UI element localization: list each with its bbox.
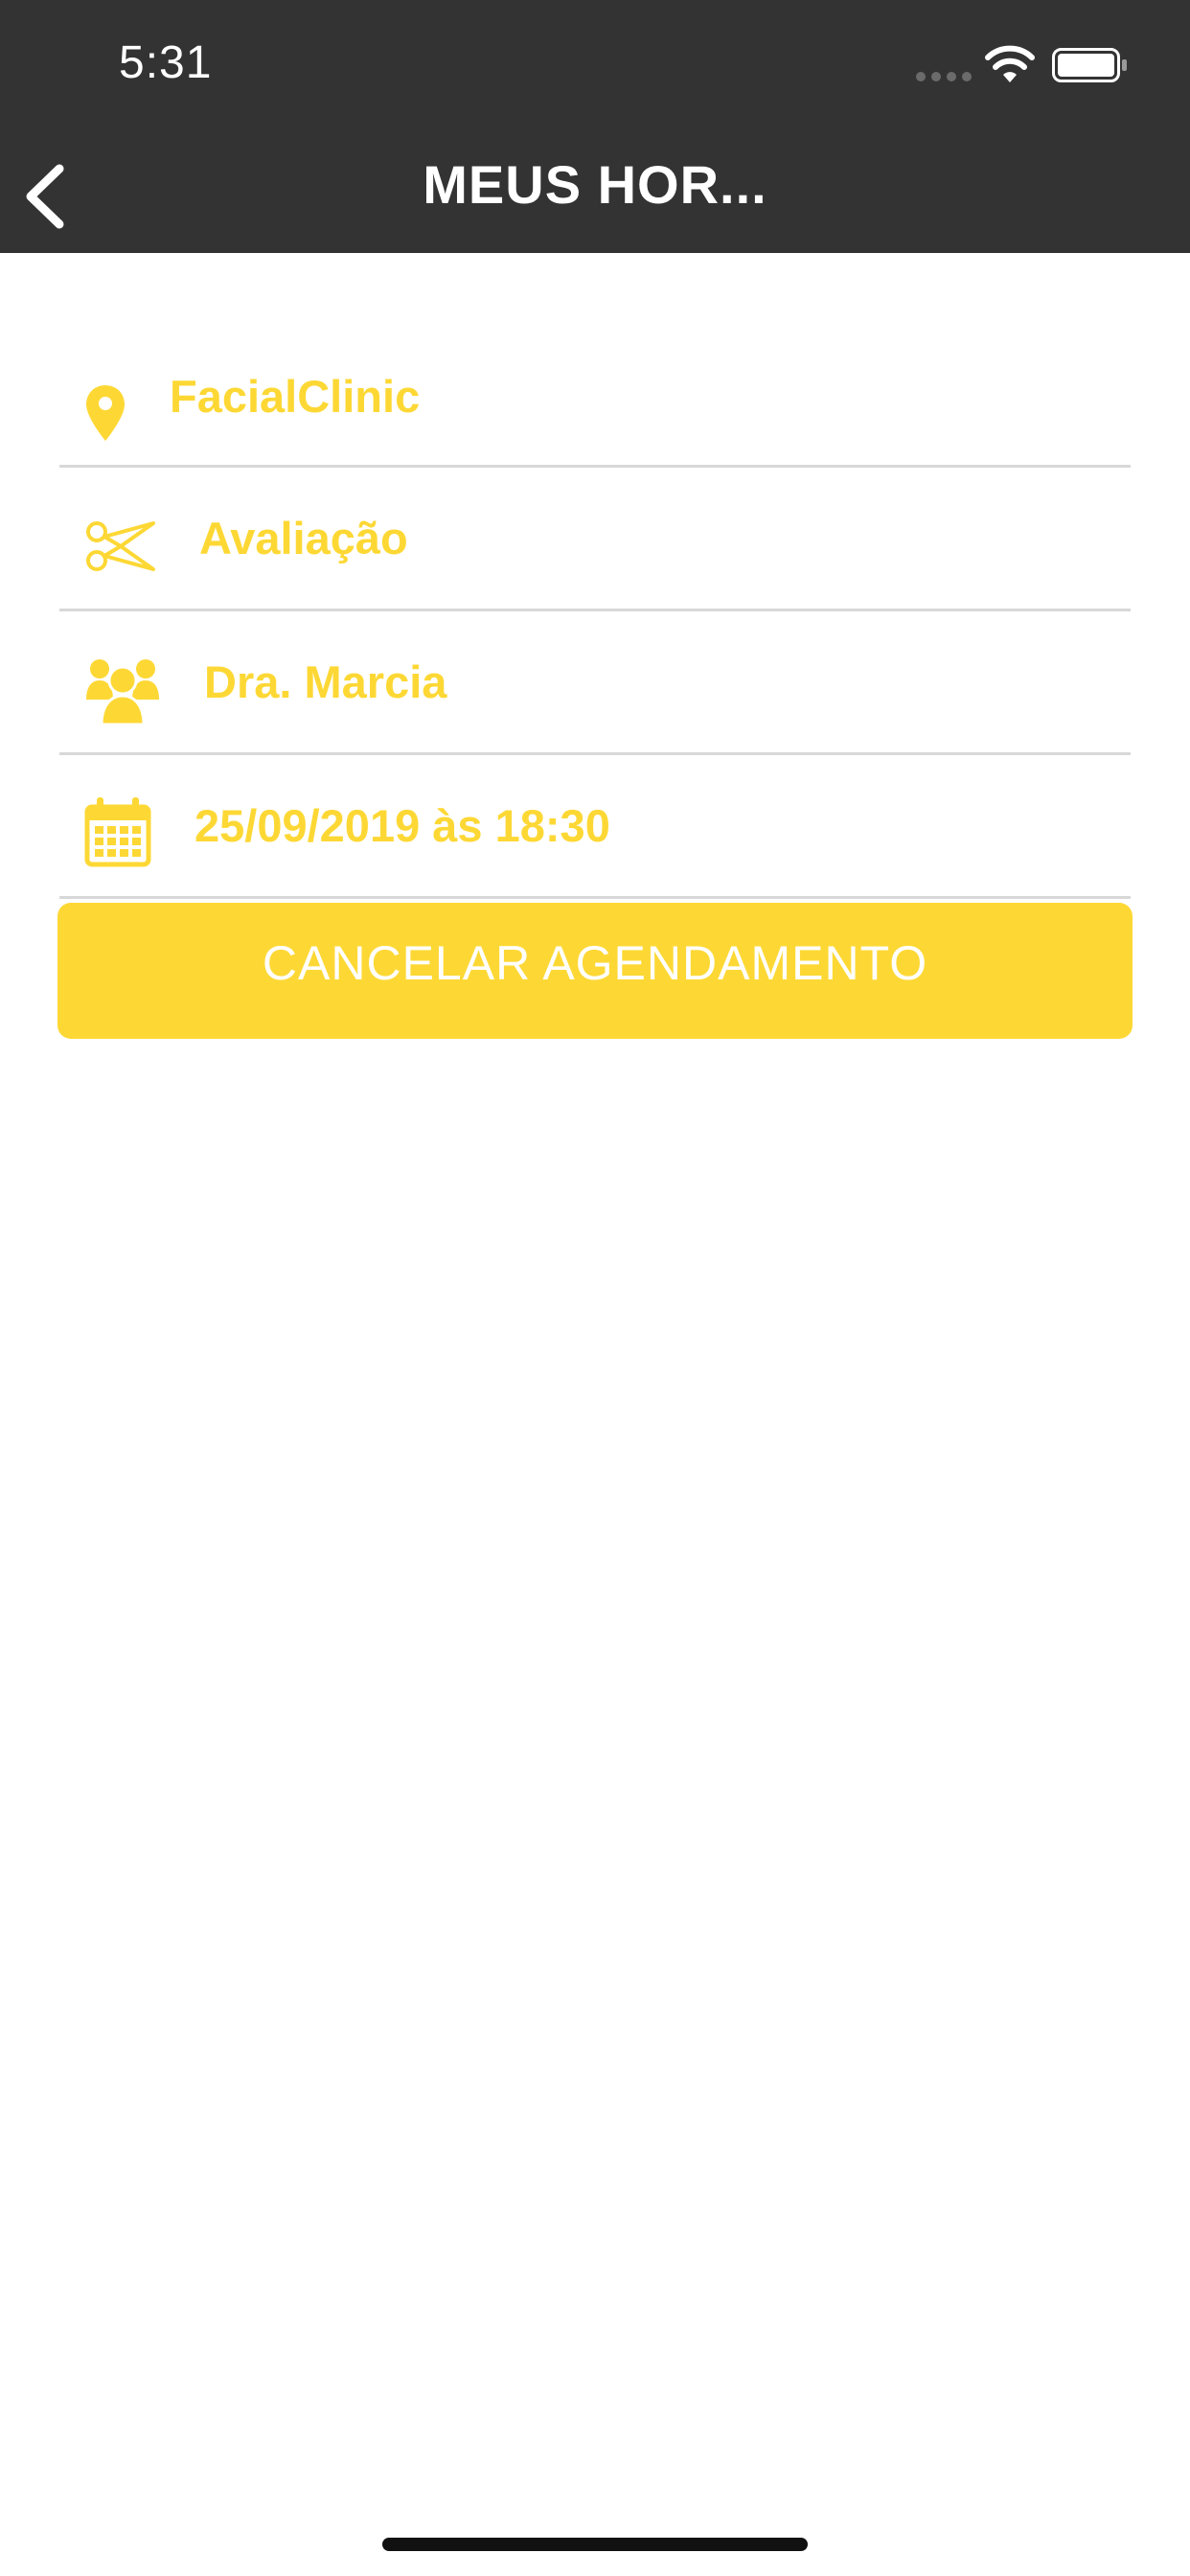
datetime-label: 25/09/2019 às 18:30 [195, 800, 610, 851]
wifi-icon [985, 45, 1035, 82]
service-label: Avaliação [199, 513, 408, 564]
people-group-icon [86, 659, 159, 726]
calendar-icon [84, 797, 151, 867]
cancel-appointment-button[interactable]: CANCELAR AGENDAMENTO [57, 903, 1133, 1039]
detail-row-professional: Dra. Marcia [59, 611, 1131, 755]
location-label: FacialClinic [170, 371, 421, 422]
location-pin-icon [86, 385, 125, 441]
appointment-details: FacialClinic Avaliação Dra. Marcia 25/09… [59, 324, 1131, 899]
detail-row-datetime: 25/09/2019 às 18:30 [59, 755, 1131, 899]
status-time: 5:31 [119, 37, 213, 88]
scissors-icon [86, 521, 155, 571]
app-header: 5:31 MEUS HOR... [0, 0, 1190, 253]
page-title: MEUS HOR... [423, 154, 767, 215]
cellular-signal-icon [916, 72, 972, 81]
professional-label: Dra. Marcia [204, 656, 447, 707]
home-indicator[interactable] [382, 2538, 808, 2551]
detail-row-service: Avaliação [59, 468, 1131, 611]
battery-icon [1052, 48, 1127, 82]
detail-row-location: FacialClinic [59, 324, 1131, 468]
